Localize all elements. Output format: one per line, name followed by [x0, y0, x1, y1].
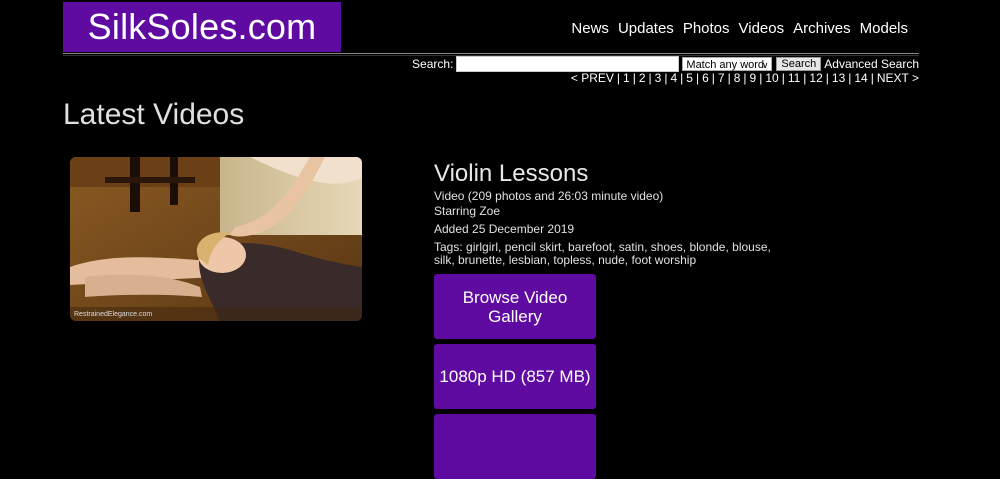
main-nav: News Updates Photos Videos Archives Mode… [562, 20, 908, 37]
pager-page-9[interactable]: 9 [750, 71, 757, 85]
pager-page-14[interactable]: 14 [854, 71, 867, 85]
pager-prev[interactable]: < PREV [571, 71, 614, 85]
pager-page-3[interactable]: 3 [655, 71, 662, 85]
nav-models[interactable]: Models [860, 20, 908, 37]
video-starring: Starring Zoe [434, 204, 501, 218]
thumbnail-watermark: RestrainedElegance.com [74, 311, 153, 318]
search-bar: Search: Match any word ∨ Search Advanced… [412, 56, 919, 72]
pager-page-10[interactable]: 10 [765, 71, 778, 85]
search-input[interactable] [456, 56, 680, 72]
pager-page-7[interactable]: 7 [718, 71, 725, 85]
pager-page-1[interactable]: 1 [623, 71, 630, 85]
thumbnail-image [70, 157, 362, 321]
video-title[interactable]: Violin Lessons [434, 160, 588, 188]
site-logo[interactable]: SilkSoles.com [63, 2, 341, 52]
video-type: Video (209 photos and 26:03 minute video… [434, 189, 664, 203]
nav-updates[interactable]: Updates [618, 20, 674, 37]
pagination: < PREV | 1 | 2 | 3 | 4 | 5 | 6 | 7 | 8 | 9 | 10 | 11 | 12 | 13 | 14 |… [570, 71, 919, 85]
match-select[interactable]: Match any word ∨ [682, 57, 773, 71]
search-label: Search: [412, 57, 454, 71]
nav-photos[interactable]: Photos [683, 20, 730, 37]
pager-page-11[interactable]: 11 [788, 71, 800, 85]
pager-page-5[interactable]: 5 [686, 71, 693, 85]
pager-next[interactable]: NEXT > [877, 71, 919, 85]
pager-page-12[interactable]: 12 [809, 71, 822, 85]
pager-page-2[interactable]: 2 [639, 71, 646, 85]
pager-page-6[interactable]: 6 [702, 71, 709, 85]
page-title: Latest Videos [63, 98, 245, 131]
pager-page-8[interactable]: 8 [734, 71, 741, 85]
search-button[interactable]: Search [776, 57, 822, 71]
video-tags: Tags: girlgirl, pencil skirt, barefoot, … [434, 240, 771, 267]
chevron-down-icon: ∨ [761, 60, 769, 70]
nav-news[interactable]: News [571, 20, 609, 37]
pager-page-4[interactable]: 4 [670, 71, 677, 85]
nav-videos[interactable]: Videos [739, 20, 785, 37]
nav-archives[interactable]: Archives [793, 20, 851, 37]
match-select-value: Match any word [686, 59, 765, 71]
advanced-search-link[interactable]: Advanced Search [824, 57, 919, 71]
browse-gallery-button[interactable]: Browse Video Gallery [434, 274, 596, 339]
pager-page-13[interactable]: 13 [832, 71, 845, 85]
video-added-date: Added 25 December 2019 [434, 222, 575, 236]
next-action-button[interactable] [434, 414, 596, 479]
download-1080p-button[interactable]: 1080p HD (857 MB) [434, 344, 596, 409]
video-thumbnail[interactable]: RestrainedElegance.com [70, 157, 362, 321]
